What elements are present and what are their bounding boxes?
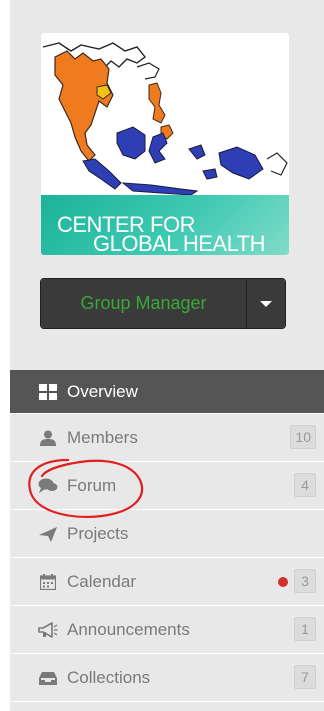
logo-text-line2: GLOBAL HEALTH bbox=[93, 231, 266, 255]
calendar-icon bbox=[38, 573, 58, 591]
count-badge: 10 bbox=[290, 425, 316, 449]
nav-item-forum[interactable]: Forum 4 bbox=[10, 462, 324, 510]
user-icon bbox=[38, 429, 58, 447]
group-logo[interactable]: CENTER FOR GLOBAL HEALTH bbox=[41, 33, 289, 255]
nav-label: Collections bbox=[67, 667, 151, 687]
count-badge: 3 bbox=[294, 569, 316, 593]
nav-item-members[interactable]: Members 10 bbox=[10, 414, 324, 462]
caret-down-icon bbox=[260, 300, 272, 307]
nav-label: Members bbox=[67, 427, 138, 447]
paper-plane-icon bbox=[38, 525, 58, 543]
group-manager-dropdown-toggle[interactable] bbox=[247, 279, 285, 328]
alert-dot bbox=[278, 577, 288, 587]
nav-label: Projects bbox=[67, 523, 129, 543]
map-illustration bbox=[42, 42, 288, 196]
overview-grid-icon bbox=[38, 383, 58, 401]
nav-item-collections[interactable]: Collections 7 bbox=[10, 654, 324, 702]
count-badge: 1 bbox=[294, 617, 316, 641]
nav-item-calendar[interactable]: Calendar 3 bbox=[10, 558, 324, 606]
nav-label: Calendar bbox=[67, 571, 136, 591]
count-badge: 7 bbox=[294, 665, 316, 689]
group-manager-split-button: Group Manager bbox=[40, 278, 286, 329]
megaphone-icon bbox=[38, 621, 58, 639]
group-manager-button[interactable]: Group Manager bbox=[41, 279, 247, 328]
nav-label: Announcements bbox=[67, 619, 190, 639]
nav-label: Overview bbox=[67, 381, 138, 401]
chat-bubbles-icon bbox=[38, 477, 58, 495]
inbox-tray-icon bbox=[38, 669, 58, 687]
nav-item-projects[interactable]: Projects bbox=[10, 510, 324, 558]
nav-item-announcements[interactable]: Announcements 1 bbox=[10, 606, 324, 654]
nav-item-overview[interactable]: Overview bbox=[10, 370, 324, 414]
group-nav: Overview Members 10 Forum 4 Projects Cal… bbox=[10, 370, 324, 702]
nav-label: Forum bbox=[67, 475, 117, 495]
count-badge: 4 bbox=[294, 473, 316, 497]
